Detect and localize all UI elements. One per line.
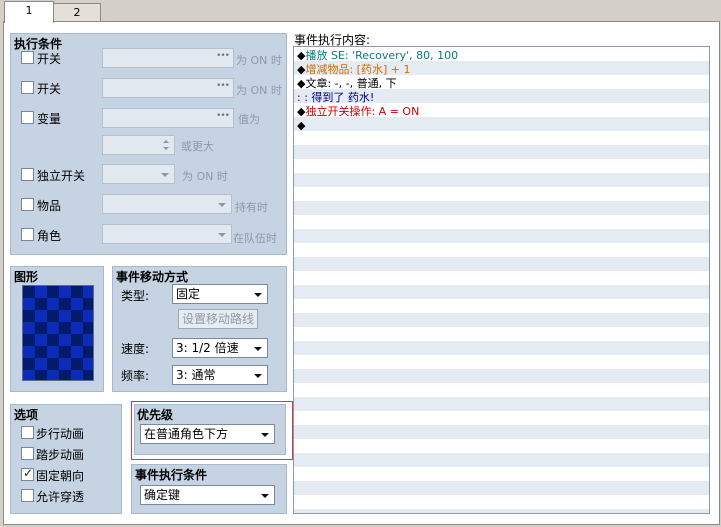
command-text: 增减物品: [药水] + 1 — [305, 63, 411, 76]
ellipsis-icon: ••• — [216, 51, 230, 61]
step-anime-checkbox[interactable] — [21, 447, 34, 460]
item-select[interactable] — [102, 194, 232, 214]
command-line[interactable]: ◆文章: -, -, 普通, 下 — [297, 77, 397, 91]
graphic-title: 图形 — [14, 270, 39, 284]
switch1-suffix: 为 ON 时 — [236, 54, 282, 67]
spin-up-icon[interactable] — [163, 140, 169, 143]
chevron-down-icon — [254, 347, 262, 351]
actor-suffix: 在队伍时 — [233, 232, 277, 245]
self-switch-suffix: 为 ON 时 — [182, 170, 228, 183]
ellipsis-icon: ••• — [216, 111, 230, 121]
trigger-value: 确定键 — [144, 488, 181, 502]
command-text: 独立开关操作: A = ON — [305, 105, 420, 118]
graphic-preview[interactable] — [22, 285, 94, 381]
command-line[interactable]: ◆播放 SE: 'Recovery', 80, 100 — [297, 49, 458, 63]
chevron-down-icon — [254, 293, 262, 297]
options-title: 选项 — [14, 408, 39, 422]
direction-fix-label: 固定朝向 — [36, 469, 85, 483]
variable-suffix2: 或更大 — [181, 140, 214, 153]
set-move-route-button[interactable]: 设置移动路线 — [178, 309, 258, 329]
command-bullet: ◆ — [297, 119, 306, 132]
move-freq-label: 频率: — [121, 369, 150, 383]
through-checkbox[interactable] — [21, 489, 34, 502]
variable-label: 变量 — [37, 112, 62, 126]
command-line[interactable]: ◆ — [297, 119, 305, 133]
switch1-checkbox[interactable] — [21, 51, 34, 64]
chevron-down-icon — [254, 374, 262, 378]
switch1-label: 开关 — [37, 52, 62, 66]
self-switch-label: 独立开关 — [37, 169, 86, 183]
move-speed-value: 3: 1/2 倍速 — [176, 341, 239, 355]
chevron-down-icon — [261, 494, 269, 498]
variable-field[interactable]: ••• — [102, 108, 234, 128]
switch2-checkbox[interactable] — [21, 81, 34, 94]
command-line[interactable]: ◆独立开关操作: A = ON — [297, 105, 419, 119]
variable-suffix: 值为 — [238, 113, 260, 126]
spin-down-icon[interactable] — [163, 147, 169, 150]
move-speed-select[interactable]: 3: 1/2 倍速 — [172, 338, 268, 358]
actor-select[interactable] — [102, 224, 232, 244]
command-text: 播放 SE: 'Recovery', 80, 100 — [305, 49, 459, 62]
tab-label: 2 — [73, 6, 81, 19]
tab-bar: 1 2 — [0, 0, 721, 23]
chevron-down-icon — [218, 203, 226, 207]
item-suffix: 持有时 — [235, 201, 268, 214]
walk-anime-checkbox[interactable] — [21, 426, 34, 439]
tab-page-1[interactable]: 1 — [4, 1, 54, 23]
switch1-field[interactable]: ••• — [102, 48, 234, 68]
self-switch-checkbox[interactable] — [21, 168, 34, 181]
step-anime-label: 踏步动画 — [36, 448, 85, 462]
highlight-box — [131, 401, 293, 460]
move-type-value: 固定 — [176, 287, 201, 301]
tab-label: 1 — [25, 4, 33, 17]
walk-anime-label: 步行动画 — [36, 427, 85, 441]
chevron-down-icon — [218, 233, 226, 237]
move-freq-value: 3: 通常 — [176, 368, 216, 382]
move-type-label: 类型: — [121, 289, 150, 303]
variable-value-spinner[interactable] — [102, 135, 175, 155]
chevron-down-icon — [161, 173, 169, 177]
switch2-suffix: 为 ON 时 — [236, 84, 282, 97]
tab-page-2[interactable]: 2 — [53, 3, 101, 22]
command-line[interactable]: : : 得到了 药水! — [297, 91, 374, 105]
direction-fix-checkbox[interactable] — [21, 466, 34, 481]
through-label: 允许穿透 — [36, 490, 85, 504]
variable-checkbox[interactable] — [21, 111, 34, 124]
command-line[interactable]: ◆增减物品: [药水] + 1 — [297, 63, 410, 77]
item-label: 物品 — [37, 199, 62, 213]
trigger-title: 事件执行条件 — [135, 468, 208, 482]
movement-title: 事件移动方式 — [116, 270, 189, 284]
move-type-select[interactable]: 固定 — [172, 284, 268, 304]
command-text: : : 得到了 药水! — [297, 91, 375, 104]
command-text: 文章: -, -, 普通, 下 — [305, 77, 397, 90]
switch2-label: 开关 — [37, 82, 62, 96]
item-checkbox[interactable] — [21, 198, 34, 211]
ellipsis-icon: ••• — [216, 81, 230, 91]
self-switch-select[interactable] — [102, 164, 175, 184]
event-command-list[interactable]: ◆播放 SE: 'Recovery', 80, 100 ◆增减物品: [药水] … — [293, 46, 710, 514]
trigger-select[interactable]: 确定键 — [140, 485, 275, 505]
actor-label: 角色 — [37, 229, 62, 243]
switch2-field[interactable]: ••• — [102, 78, 234, 98]
actor-checkbox[interactable] — [21, 228, 34, 241]
move-freq-select[interactable]: 3: 通常 — [172, 365, 268, 385]
move-speed-label: 速度: — [121, 342, 150, 356]
